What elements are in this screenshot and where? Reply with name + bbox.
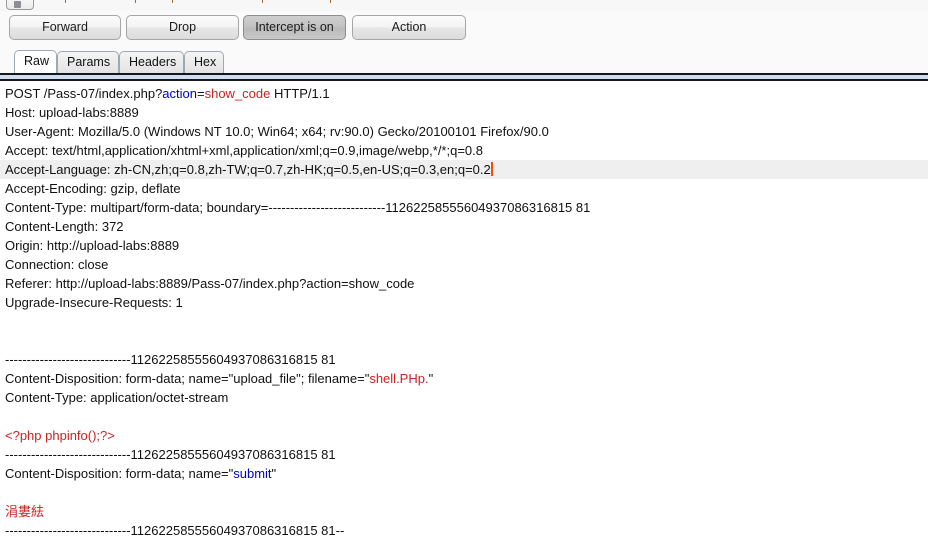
multipart-boundary-2: -----------------------------11262258555… bbox=[5, 447, 336, 462]
multipart-boundary-final: -----------------------------11262258555… bbox=[5, 523, 345, 538]
intercept-toolbar: Forward Drop Intercept is on Action bbox=[0, 11, 928, 44]
part-content-type: Content-Type: application/octet-stream bbox=[5, 390, 229, 405]
query-param-value: show_code bbox=[204, 86, 271, 101]
query-param-name: action bbox=[162, 86, 197, 101]
header-upgrade-insecure-requests: Upgrade-Insecure-Requests: 1 bbox=[5, 295, 183, 310]
submit-disposition-suffix: " bbox=[271, 466, 277, 481]
header-referer: Referer: http://upload-labs:8889/Pass-07… bbox=[5, 276, 415, 291]
submit-field-name: submit bbox=[233, 466, 272, 481]
text-caret bbox=[490, 162, 493, 176]
php-payload-body: <?php phpinfo();?> bbox=[0, 426, 928, 445]
part-content-disposition-submit: Content-Disposition: form-data; name="su… bbox=[0, 464, 928, 483]
content-disposition-prefix: Content-Disposition: form-data; name="up… bbox=[5, 371, 370, 386]
toolbar-tick-marks bbox=[0, 0, 928, 11]
header-origin: Origin: http://upload-labs:8889 bbox=[5, 238, 180, 253]
php-payload-text: <?php phpinfo();?> bbox=[5, 428, 115, 443]
http-version: HTTP/1.1 bbox=[270, 86, 330, 101]
request-method-path: POST /Pass-07/index.php? bbox=[5, 86, 163, 101]
submit-field-value: 涓婁紶 bbox=[0, 502, 928, 521]
window-toolbar-cut bbox=[0, 0, 928, 11]
header-connection: Connection: close bbox=[5, 257, 109, 272]
part-content-disposition-file: Content-Disposition: form-data; name="up… bbox=[0, 369, 928, 388]
header-accept-language-text: Accept-Language: zh-CN,zh;q=0.8,zh-TW;q=… bbox=[5, 162, 491, 177]
header-host: Host: upload-labs:8889 bbox=[5, 105, 139, 120]
action-button[interactable]: Action bbox=[352, 15, 466, 40]
content-disposition-suffix: " bbox=[428, 371, 434, 386]
intercept-toggle-button[interactable]: Intercept is on bbox=[243, 15, 346, 40]
drop-button[interactable]: Drop bbox=[126, 15, 239, 40]
header-accept-language: Accept-Language: zh-CN,zh;q=0.8,zh-TW;q=… bbox=[0, 160, 928, 179]
tab-headers[interactable]: Headers bbox=[119, 51, 184, 73]
header-content-type: Content-Type: multipart/form-data; bound… bbox=[5, 200, 591, 215]
header-content-length: Content-Length: 372 bbox=[5, 219, 124, 234]
multipart-boundary-1: -----------------------------11262258555… bbox=[5, 352, 336, 367]
tab-raw[interactable]: Raw bbox=[14, 50, 57, 73]
header-accept-encoding: Accept-Encoding: gzip, deflate bbox=[5, 181, 181, 196]
forward-button[interactable]: Forward bbox=[9, 15, 121, 40]
tab-hex[interactable]: Hex bbox=[184, 51, 224, 73]
submit-value-text: 涓婁紶 bbox=[5, 504, 45, 519]
header-accept: Accept: text/html,application/xhtml+xml,… bbox=[5, 143, 483, 158]
tab-params[interactable]: Params bbox=[57, 51, 119, 73]
request-line: POST /Pass-07/index.php?action=show_code… bbox=[0, 84, 928, 103]
submit-disposition-prefix: Content-Disposition: form-data; name=" bbox=[5, 466, 234, 481]
message-view-tabs: Raw Params Headers Hex bbox=[0, 44, 928, 73]
query-equals: = bbox=[197, 86, 205, 101]
upload-filename-value: shell.PHp. bbox=[369, 371, 429, 386]
header-user-agent: User-Agent: Mozilla/5.0 (Windows NT 10.0… bbox=[5, 124, 549, 139]
tab-separator-band bbox=[0, 73, 928, 81]
raw-request-editor[interactable]: POST /Pass-07/index.php?action=show_code… bbox=[0, 81, 928, 546]
